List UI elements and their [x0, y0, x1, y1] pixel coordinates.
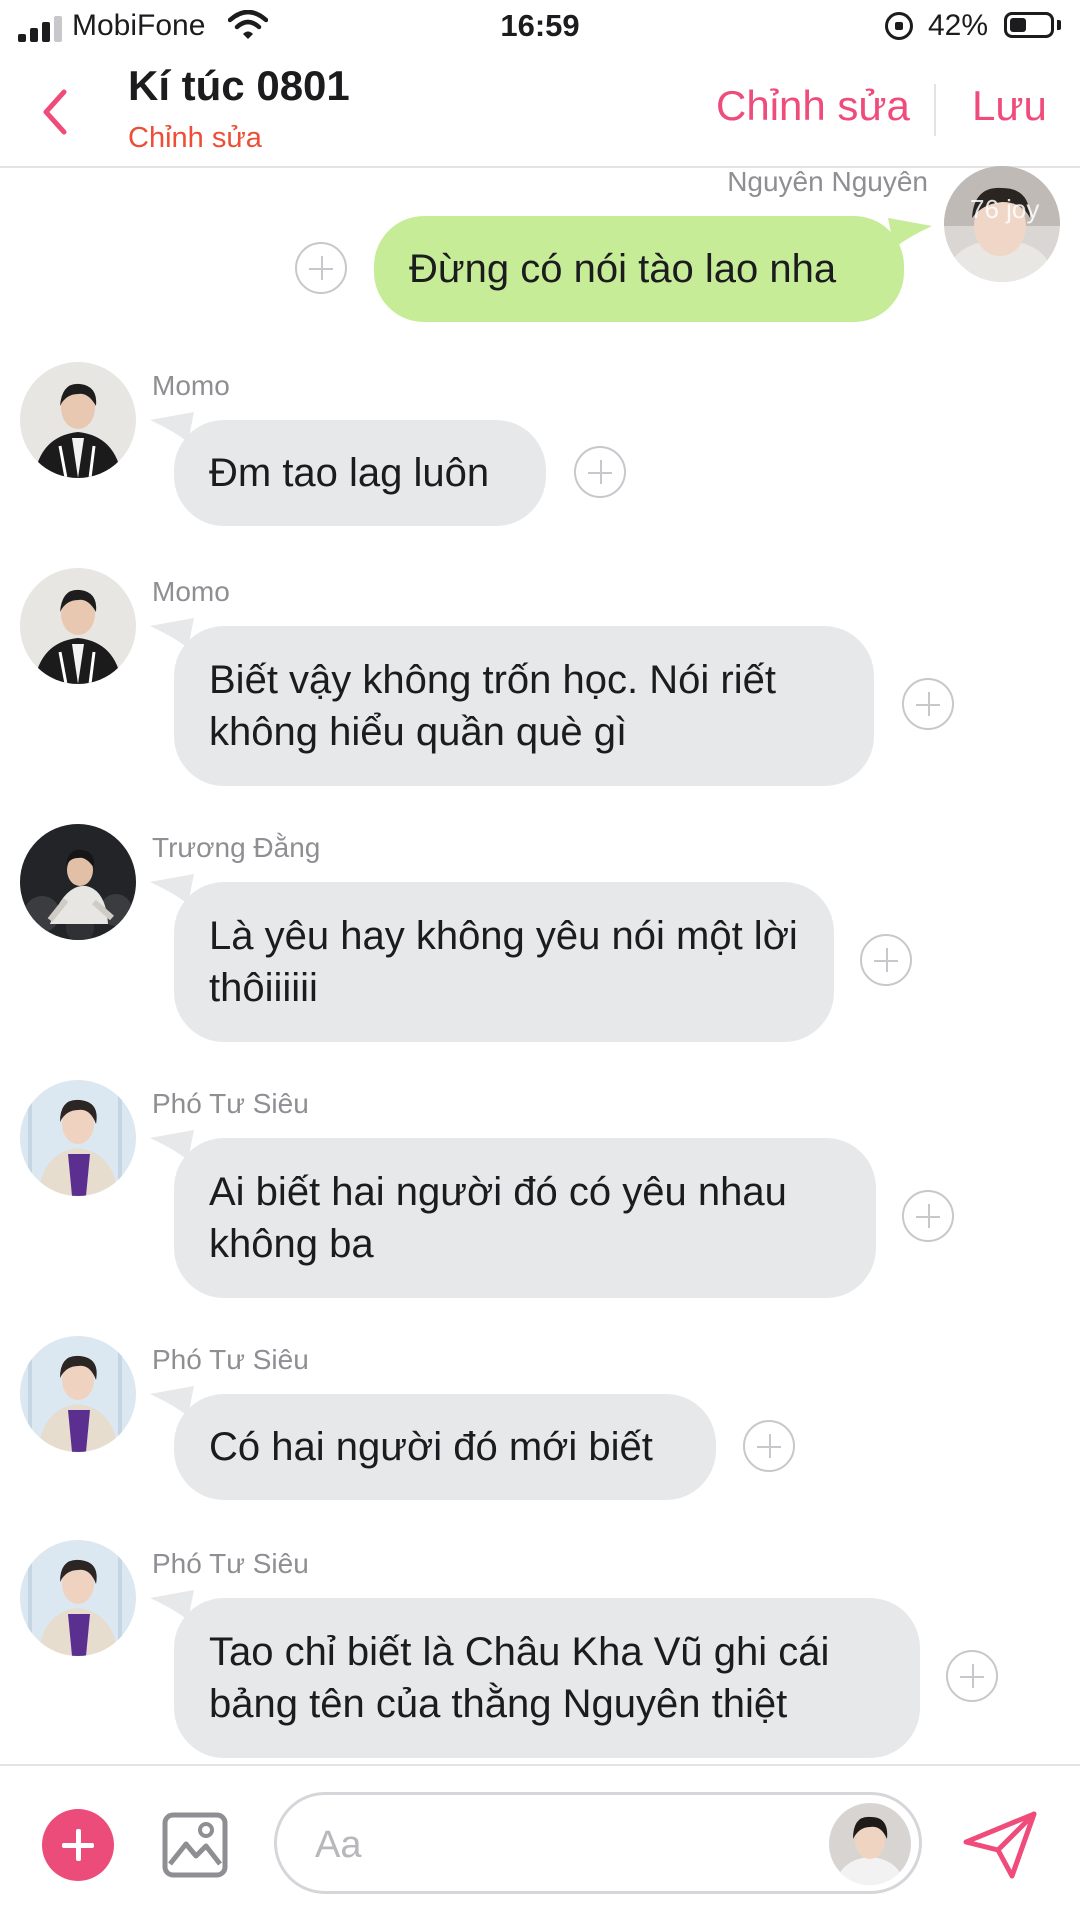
back-chevron-icon[interactable]: [36, 84, 76, 140]
chat-title: Kí túc 0801: [128, 62, 350, 109]
avatar[interactable]: 76 joy: [944, 166, 1060, 282]
edit-button[interactable]: Chỉnh sửa: [716, 82, 910, 130]
avatar[interactable]: [20, 362, 136, 478]
add-reaction-button[interactable]: [574, 446, 626, 498]
send-icon[interactable]: [962, 1810, 1038, 1880]
add-reaction-button[interactable]: [743, 1420, 795, 1472]
message-bubble[interactable]: Tao chỉ biết là Châu Kha Vũ ghi cái bảng…: [174, 1598, 920, 1758]
add-reaction-button[interactable]: [295, 242, 347, 294]
add-reaction-button[interactable]: [946, 1650, 998, 1702]
message-bubble[interactable]: Là yêu hay không yêu nói một lời thôiiii…: [174, 882, 834, 1042]
message-row: Phó Tư Siêu Có hai người đó mới biết: [0, 1336, 1080, 1504]
sender-name: Phó Tư Siêu: [152, 1344, 309, 1375]
message-input[interactable]: [313, 1817, 797, 1873]
message-row: Trương Đằng Là yêu hay không yêu nói một…: [0, 824, 1080, 1046]
bubble-tail: [888, 218, 932, 248]
header-divider: [934, 84, 936, 136]
avatar[interactable]: [20, 1080, 136, 1196]
avatar-watermark: 76 joy: [970, 194, 1039, 224]
avatar[interactable]: [20, 568, 136, 684]
image-icon[interactable]: [162, 1812, 228, 1878]
avatar[interactable]: [20, 824, 136, 940]
message-bubble[interactable]: Đm tao lag luôn: [174, 420, 546, 526]
message-bubble[interactable]: Có hai người đó mới biết: [174, 1394, 716, 1500]
plus-icon[interactable]: [42, 1809, 114, 1881]
battery-cap: [1057, 20, 1061, 30]
avatar[interactable]: [20, 1540, 136, 1656]
sender-name: Phó Tư Siêu: [152, 1088, 309, 1119]
chat-subtitle-edit-link[interactable]: Chỉnh sửa: [128, 122, 262, 155]
message-row: Momo Đm tao lag luôn: [0, 362, 1080, 530]
avatar[interactable]: [829, 1803, 911, 1885]
status-bar: MobiFone 16:59 42%: [0, 0, 1080, 58]
message-bubble[interactable]: Ai biết hai người đó có yêu nhau không b…: [174, 1138, 876, 1298]
message-input-field[interactable]: [274, 1792, 922, 1894]
add-reaction-button[interactable]: [902, 678, 954, 730]
clock: 16:59: [500, 8, 580, 43]
message-bubble[interactable]: Biết vậy không trốn học. Nói riết không …: [174, 626, 874, 786]
message-row: Nguyên Nguyên Đừng có nói tào lao nha 76…: [0, 166, 1080, 326]
message-row: Phó Tư Siêu Tao chỉ biết là Châu Kha Vũ …: [0, 1540, 1080, 1762]
sender-name: Momo: [152, 576, 230, 607]
rotation-lock-icon: [885, 12, 913, 40]
chat-header: Kí túc 0801 Chỉnh sửa Chỉnh sửa Lưu: [0, 58, 1080, 168]
add-reaction-button[interactable]: [860, 934, 912, 986]
avatar[interactable]: [20, 1336, 136, 1452]
battery-icon: [1004, 12, 1054, 38]
sender-name: Nguyên Nguyên: [727, 166, 928, 197]
save-button[interactable]: Lưu: [972, 82, 1047, 130]
sender-name: Phó Tư Siêu: [152, 1548, 309, 1579]
message-row: Momo Biết vậy không trốn học. Nói riết k…: [0, 568, 1080, 790]
add-reaction-button[interactable]: [902, 1190, 954, 1242]
message-bubble[interactable]: Đừng có nói tào lao nha: [374, 216, 904, 322]
battery-percent: 42%: [928, 9, 989, 42]
message-row: Phó Tư Siêu Ai biết hai người đó có yêu …: [0, 1080, 1080, 1302]
sender-name: Momo: [152, 370, 230, 401]
composer-bar: [0, 1764, 1080, 1922]
sender-name: Trương Đằng: [152, 832, 321, 863]
